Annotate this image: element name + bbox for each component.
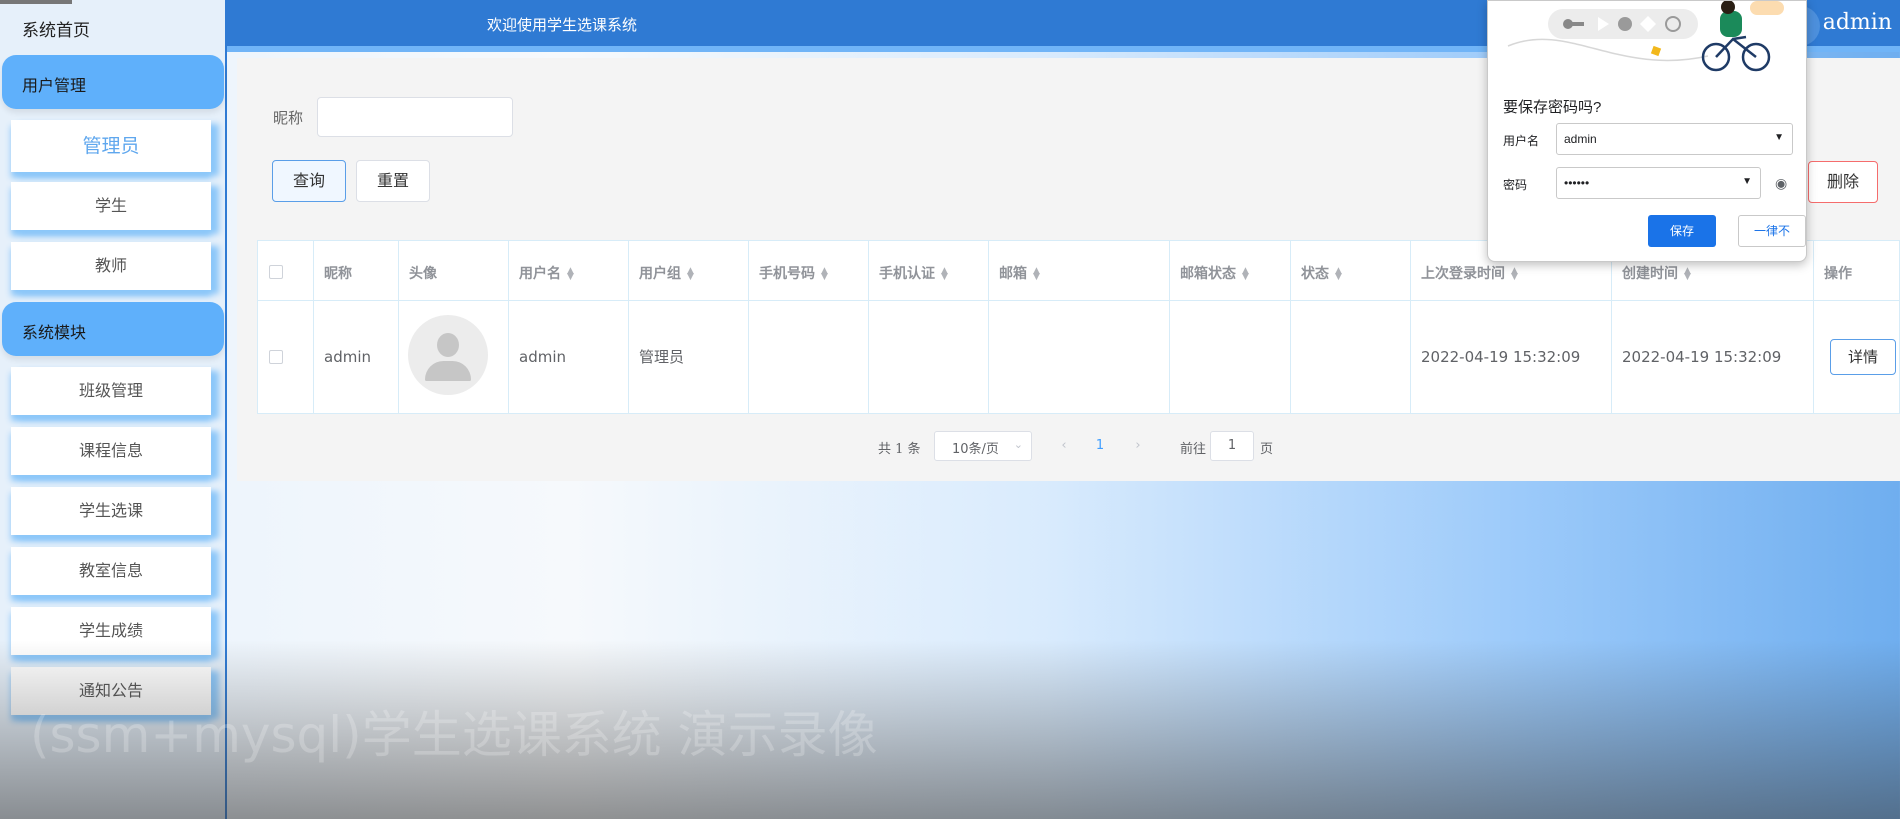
page-number-1[interactable]: 1 [1085,431,1115,461]
sort-icon: ▲ ▼ [821,266,828,282]
query-button[interactable]: 查询 [272,160,346,202]
table-row: admin admin 管理员 2022-04-19 15:32:09 2022… [258,301,1899,413]
chevron-down-icon: ⌄ [1013,438,1023,451]
search-nickname-input[interactable] [317,97,513,137]
sort-icon: ▲ ▼ [941,266,948,282]
details-button[interactable]: 详情 [1830,339,1896,375]
column-email[interactable]: 邮箱 ▲ ▼ [989,241,1170,301]
sidebar-item-course-selection[interactable]: 学生选课 [11,487,211,535]
save-password-popup: 要保存密码吗? 用户名 admin ▼ 密码 •••••• ▼ ◉ 保存 一律不 [1487,0,1807,262]
dropdown-arrow-icon: ▼ [1774,132,1784,143]
cell-email-status [1170,301,1291,413]
cell-phone [749,301,869,413]
column-phone[interactable]: 手机号码 ▲ ▼ [749,241,869,301]
sidebar-item-students[interactable]: 学生 [11,182,211,230]
sort-icon: ▲ ▼ [1242,266,1249,282]
column-nickname: 昵称 [314,241,399,301]
user-avatar-placeholder-icon [408,315,488,395]
sidebar-item-course-info[interactable]: 课程信息 [11,427,211,475]
sidebar-group-user-management[interactable]: 用户管理 [2,55,224,109]
sort-icon: ▲ ▼ [1033,266,1040,282]
save-password-title: 要保存密码吗? [1503,99,1602,116]
cell-user-group: 管理员 [629,301,749,413]
pw-username-select[interactable]: admin ▼ [1556,123,1793,155]
sort-icon: ▲ ▼ [1335,266,1342,282]
sidebar-group-system-modules[interactable]: 系统模块 [2,302,224,356]
row-select-cell [258,301,314,413]
pagination-total: 共 1 条 [878,442,921,457]
column-avatar: 头像 [399,241,509,301]
users-table: 昵称 头像 用户名 ▲ ▼ 用户组 ▲ ▼ 手机号码 ▲ ▼ 手机认证 ▲ ▼ 邮箱 ▲ ▼ 邮箱状… [257,240,1900,414]
pw-username-label: 用户名 [1503,134,1540,148]
cell-status [1291,301,1411,413]
select-all-checkbox[interactable] [269,265,283,279]
goto-page-input[interactable]: 1 [1210,431,1254,461]
save-password-button[interactable]: 保存 [1648,215,1716,247]
prev-page-chevron-icon[interactable]: ‹ [1049,431,1079,461]
column-user-group[interactable]: 用户组 ▲ ▼ [629,241,749,301]
sidebar-item-student-grades[interactable]: 学生成绩 [11,607,211,655]
delete-button[interactable]: 删除 [1808,161,1878,203]
dropdown-arrow-icon: ▼ [1742,176,1752,187]
cell-phone-verified [869,301,989,413]
welcome-text: 欢迎使用学生选课系统 [487,16,638,34]
column-phone-verified[interactable]: 手机认证 ▲ ▼ [869,241,989,301]
select-all-cell [258,241,314,301]
cell-username: admin [509,301,629,413]
sidebar-item-classroom-info[interactable]: 教室信息 [11,547,211,595]
page-unit-label: 页 [1260,442,1274,457]
sort-icon: ▲ ▼ [1511,266,1518,282]
page-size-select[interactable]: 10条/页 ⌄ [934,431,1032,461]
goto-label: 前往 [1180,442,1207,457]
column-status[interactable]: 状态 ▲ ▼ [1291,241,1411,301]
sort-icon: ▲ ▼ [687,266,694,282]
sort-icon: ▲ ▼ [1684,266,1691,282]
cell-last-login: 2022-04-19 15:32:09 [1411,301,1612,413]
sidebar-item-class-management[interactable]: 班级管理 [11,367,211,415]
column-email-status[interactable]: 邮箱状态 ▲ ▼ [1170,241,1291,301]
sidebar-item-teachers[interactable]: 教师 [11,242,211,290]
column-username[interactable]: 用户名 ▲ ▼ [509,241,629,301]
header-username[interactable]: admin [1823,10,1892,35]
show-password-eye-icon[interactable]: ◉ [1775,175,1787,192]
never-save-button[interactable]: 一律不 [1738,215,1806,247]
pw-password-label: 密码 [1503,178,1528,192]
cell-email [989,301,1170,413]
cell-nickname: admin [314,301,399,413]
sidebar-item-admins[interactable]: 管理员 [11,120,211,172]
loading-progress-bar [0,0,72,4]
sidebar-home-link[interactable]: 系统首页 [22,16,90,41]
cell-created: 2022-04-19 15:32:09 [1612,301,1814,413]
row-checkbox[interactable] [269,350,283,364]
next-page-chevron-icon[interactable]: › [1123,431,1153,461]
video-watermark: (ssm+mysql)学生选课系统 演示录像 [30,706,878,764]
column-actions: 操作 [1824,266,1852,282]
password-illustration-icon [1507,1,1784,72]
search-nickname-label: 昵称 [273,109,304,127]
sort-icon: ▲ ▼ [567,266,574,282]
pw-password-select[interactable]: •••••• ▼ [1556,167,1761,199]
reset-button[interactable]: 重置 [356,160,430,202]
